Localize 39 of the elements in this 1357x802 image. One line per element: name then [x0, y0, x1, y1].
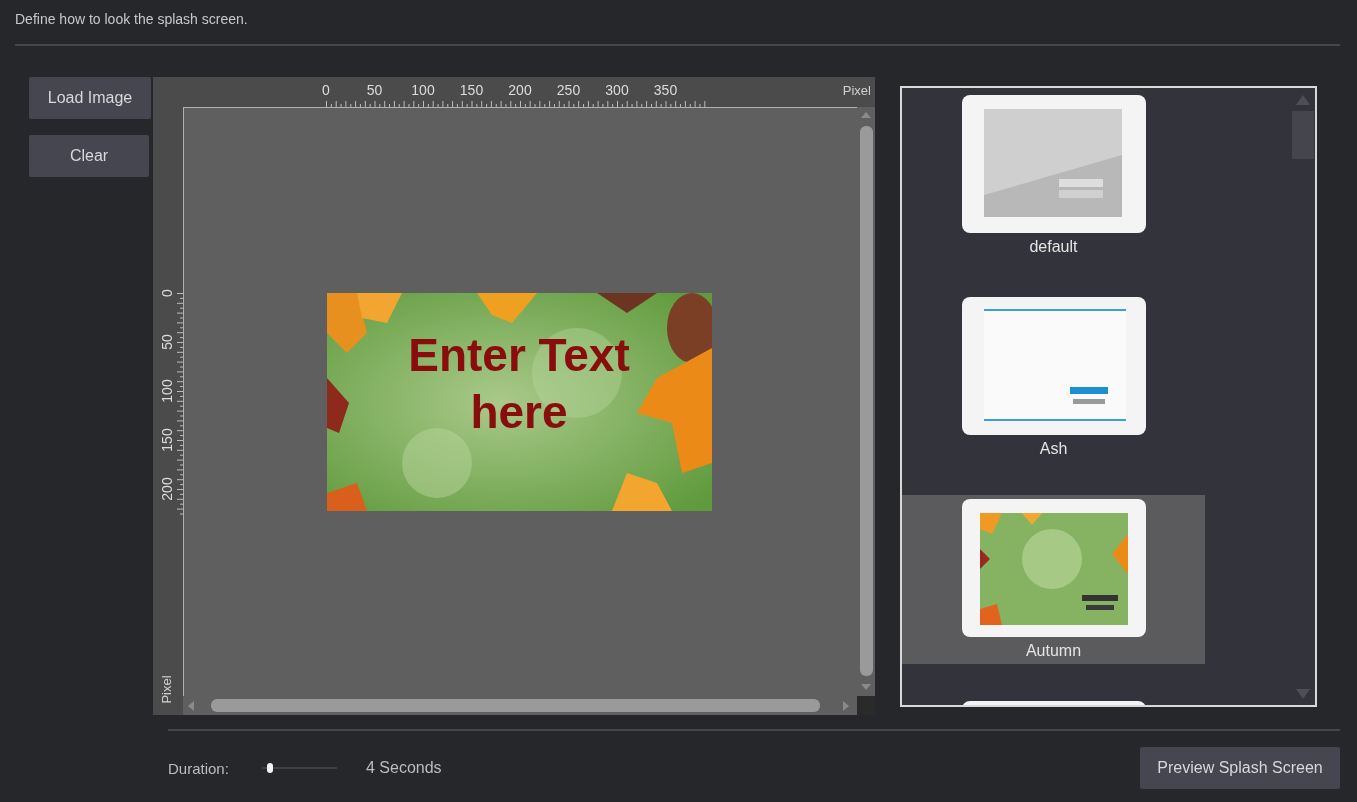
ruler-label: 0	[322, 82, 330, 98]
scroll-up-icon[interactable]	[861, 112, 871, 118]
ruler-label: 0	[159, 289, 175, 297]
action-button[interactable]: Load Image	[29, 77, 151, 119]
action-button[interactable]: Clear	[29, 135, 149, 177]
ruler-label: 150	[159, 428, 175, 452]
ruler-label: 150	[459, 82, 484, 98]
ruler-label: 250	[556, 82, 581, 98]
page-description: Define how to look the splash screen.	[15, 11, 248, 27]
horizontal-scrollbar[interactable]	[183, 696, 857, 715]
template-item[interactable]: default	[902, 91, 1205, 260]
ruler-unit: Pixel	[842, 83, 871, 98]
scroll-down-icon[interactable]	[1296, 689, 1310, 699]
duration-value: 4 Seconds	[366, 759, 442, 777]
ruler-label: 350	[653, 82, 678, 98]
template-item[interactable]: Autumn	[902, 495, 1205, 664]
scroll-left-icon[interactable]	[188, 700, 194, 711]
ruler-label: 50	[366, 82, 383, 98]
ruler-label: 100	[411, 82, 435, 98]
duration-label: Duration:	[168, 759, 230, 777]
ruler-label: 100	[159, 379, 175, 403]
scroll-down-icon[interactable]	[861, 684, 871, 690]
preview-button[interactable]: Preview Splash Screen	[1140, 747, 1340, 789]
ruler-label: 200	[159, 477, 175, 501]
template-name: default	[1029, 238, 1078, 256]
slider-thumb[interactable]	[266, 763, 273, 773]
ruler-label: 50	[159, 334, 175, 350]
scrollbar-corner	[857, 696, 875, 715]
template-name: Autumn	[1025, 642, 1082, 660]
vertical-scrollbar[interactable]	[857, 107, 875, 696]
ruler-unit: Pixel	[158, 675, 174, 704]
ruler-label: 200	[508, 82, 532, 98]
template-item[interactable]: Ash	[902, 293, 1205, 462]
scroll-right-icon[interactable]	[843, 700, 849, 711]
template-name: Ash	[1039, 440, 1068, 458]
scroll-up-icon[interactable]	[1296, 95, 1310, 105]
ruler-label: 300	[605, 82, 629, 98]
duration-slider[interactable]	[262, 761, 337, 775]
scroll-thumb[interactable]	[1292, 111, 1314, 159]
